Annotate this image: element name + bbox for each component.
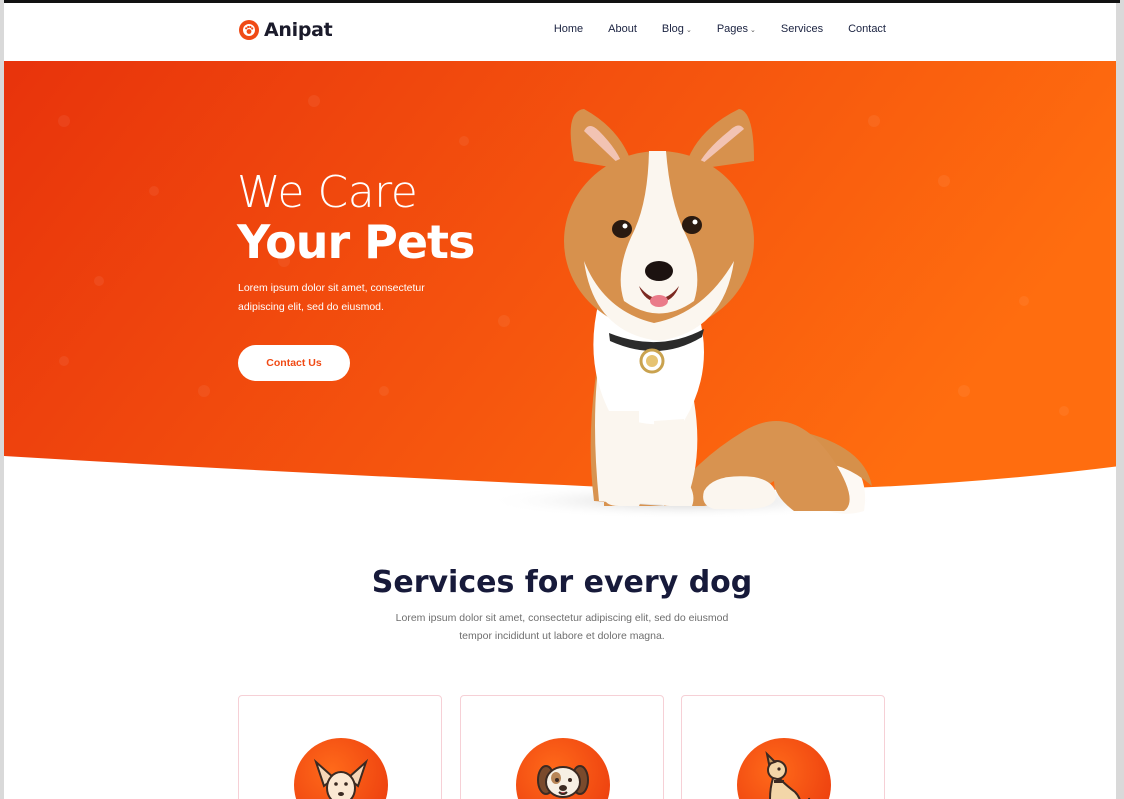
- hero-text: Lorem ipsum dolor sit amet, consectetur …: [238, 282, 425, 313]
- main-nav: Home About Blog ⌄ Pages ⌄ Services Contact: [554, 23, 886, 35]
- site-header: Anipat Home About Blog ⌄ Pages ⌄ Services …: [4, 3, 1120, 61]
- hero-title-bold: Your Pets: [237, 215, 475, 269]
- service-card[interactable]: [460, 695, 664, 799]
- hero-title-light: We Care: [237, 167, 418, 218]
- paw-logo-icon: [239, 20, 259, 40]
- logo[interactable]: Anipat: [238, 19, 333, 41]
- scrollbar[interactable]: [1116, 3, 1120, 799]
- nav-pages-label: Pages: [716, 23, 749, 35]
- nav-about[interactable]: About: [608, 23, 637, 35]
- puppy-icon: [516, 738, 610, 799]
- nav-home-label: Home: [553, 23, 584, 35]
- nav-pages[interactable]: Pages ⌄: [717, 23, 756, 35]
- chevron-down-icon: ⌄: [685, 26, 692, 34]
- chevron-down-icon: ⌄: [750, 26, 756, 34]
- brand-name: Anipat: [264, 19, 333, 41]
- nav-blog[interactable]: Blog ⌄: [662, 23, 692, 35]
- services-title: Services for every dog: [371, 565, 753, 600]
- page: Anipat Home About Blog ⌄ Pages ⌄ Services …: [4, 0, 1120, 799]
- service-card[interactable]: [681, 695, 885, 799]
- nav-contact-label: Contact: [848, 23, 886, 35]
- contact-us-button[interactable]: Contact Us: [238, 345, 350, 381]
- hero-section: We Care Your Pets Lorem ipsum dolor sit …: [4, 61, 1120, 521]
- services-subtitle: Lorem ipsum dolor sit amet, consectetur …: [395, 612, 729, 642]
- chihuahua-icon: [294, 738, 388, 799]
- corgi-image: [564, 109, 872, 514]
- nav-contact[interactable]: Contact: [848, 23, 886, 35]
- nav-services-label: Services: [780, 23, 824, 35]
- sitting-dog-icon: [737, 738, 831, 799]
- nav-home[interactable]: Home: [554, 23, 583, 35]
- nav-services[interactable]: Services: [781, 23, 823, 35]
- nav-about-label: About: [608, 23, 637, 35]
- service-card[interactable]: [238, 695, 442, 799]
- nav-blog-label: Blog: [661, 23, 684, 35]
